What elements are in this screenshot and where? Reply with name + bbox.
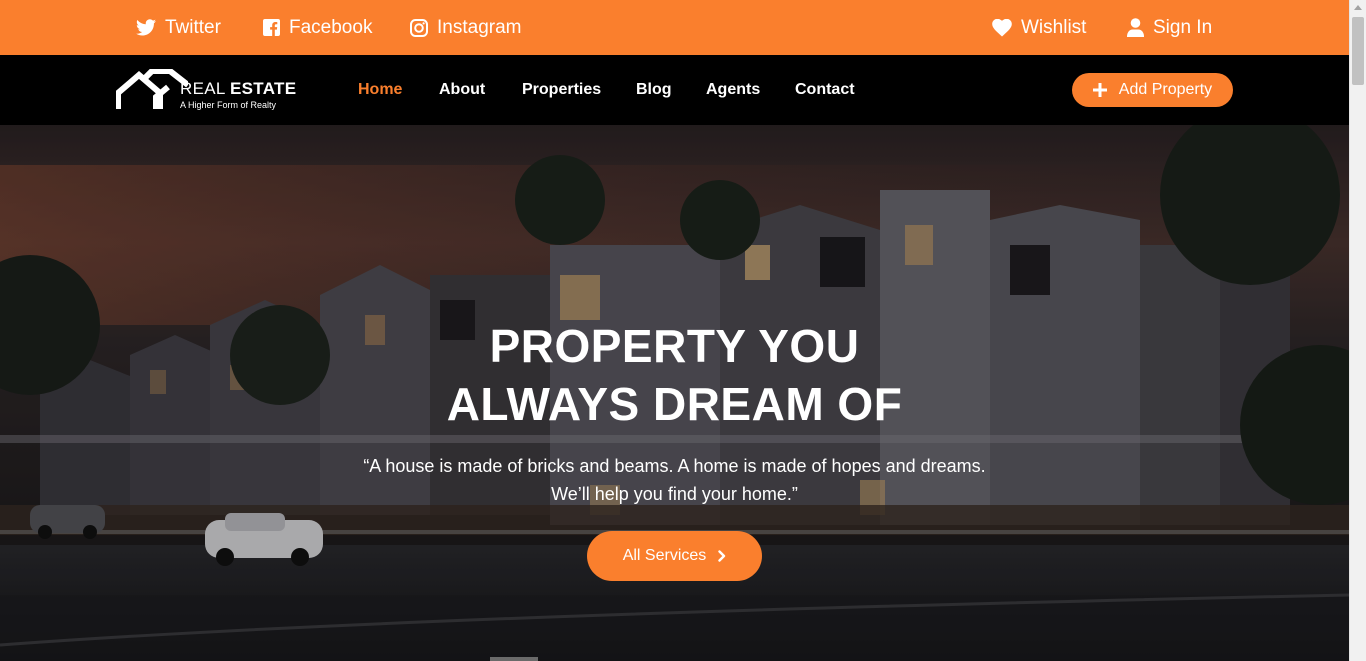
heart-icon [992, 18, 1012, 36]
hero-section: PROPERTY YOU ALWAYS DREAM OF “A house is… [0, 125, 1349, 661]
plus-icon [1092, 83, 1107, 97]
sign-in-link[interactable]: Sign In [1127, 0, 1212, 55]
hero-quote-line1: “A house is made of bricks and beams. A … [363, 456, 986, 476]
nav-agents[interactable]: Agents [706, 55, 760, 125]
wishlist-label: Wishlist [1021, 16, 1087, 38]
chevron-right-icon [718, 550, 726, 562]
nav-about[interactable]: About [439, 55, 485, 125]
add-property-button[interactable]: Add Property [1072, 73, 1233, 107]
all-services-button[interactable]: All Services [587, 531, 762, 581]
site-logo[interactable]: REAL ESTATE A Higher Form of Realty [116, 69, 306, 113]
hero-title-line2: ALWAYS DREAM OF [446, 378, 903, 430]
hero-slide-indicator[interactable] [490, 657, 538, 661]
logo-name: REAL ESTATE [180, 79, 296, 99]
instagram-link[interactable]: Instagram [410, 0, 521, 55]
top-bar: Twitter Facebook Instagram Wishlist Sign… [0, 0, 1349, 55]
sign-in-label: Sign In [1153, 16, 1213, 38]
logo-tagline: A Higher Form of Realty [180, 100, 277, 110]
twitter-label: Twitter [165, 16, 221, 38]
hero-quote: “A house is made of bricks and beams. A … [0, 452, 1349, 508]
add-property-label: Add Property [1118, 81, 1213, 98]
hero-title: PROPERTY YOU ALWAYS DREAM OF [0, 317, 1349, 433]
instagram-icon [410, 18, 428, 37]
house-logo-icon [116, 69, 188, 109]
nav-blog[interactable]: Blog [636, 55, 672, 125]
nav-properties[interactable]: Properties [522, 55, 601, 125]
twitter-link[interactable]: Twitter [136, 0, 221, 55]
hero-title-line1: PROPERTY YOU [489, 320, 860, 372]
scroll-thumb[interactable] [1352, 17, 1364, 85]
logo-name-bold: ESTATE [230, 79, 297, 98]
nav-home[interactable]: Home [358, 55, 402, 125]
facebook-label: Facebook [289, 16, 373, 38]
page-scrollbar[interactable] [1349, 0, 1366, 661]
facebook-icon [263, 19, 280, 36]
logo-name-light: REAL [180, 79, 225, 98]
wishlist-link[interactable]: Wishlist [992, 0, 1086, 55]
facebook-link[interactable]: Facebook [263, 0, 372, 55]
hero-quote-line2: We’ll help you find your home.” [551, 484, 798, 504]
nav-contact[interactable]: Contact [795, 55, 855, 125]
twitter-icon [136, 19, 156, 36]
user-icon [1127, 18, 1144, 37]
scroll-up-arrow-icon[interactable] [1354, 5, 1362, 10]
instagram-label: Instagram [437, 16, 522, 38]
main-navbar: REAL ESTATE A Higher Form of Realty Home… [0, 55, 1349, 125]
page: Twitter Facebook Instagram Wishlist Sign… [0, 0, 1349, 661]
all-services-label: All Services [622, 547, 707, 564]
